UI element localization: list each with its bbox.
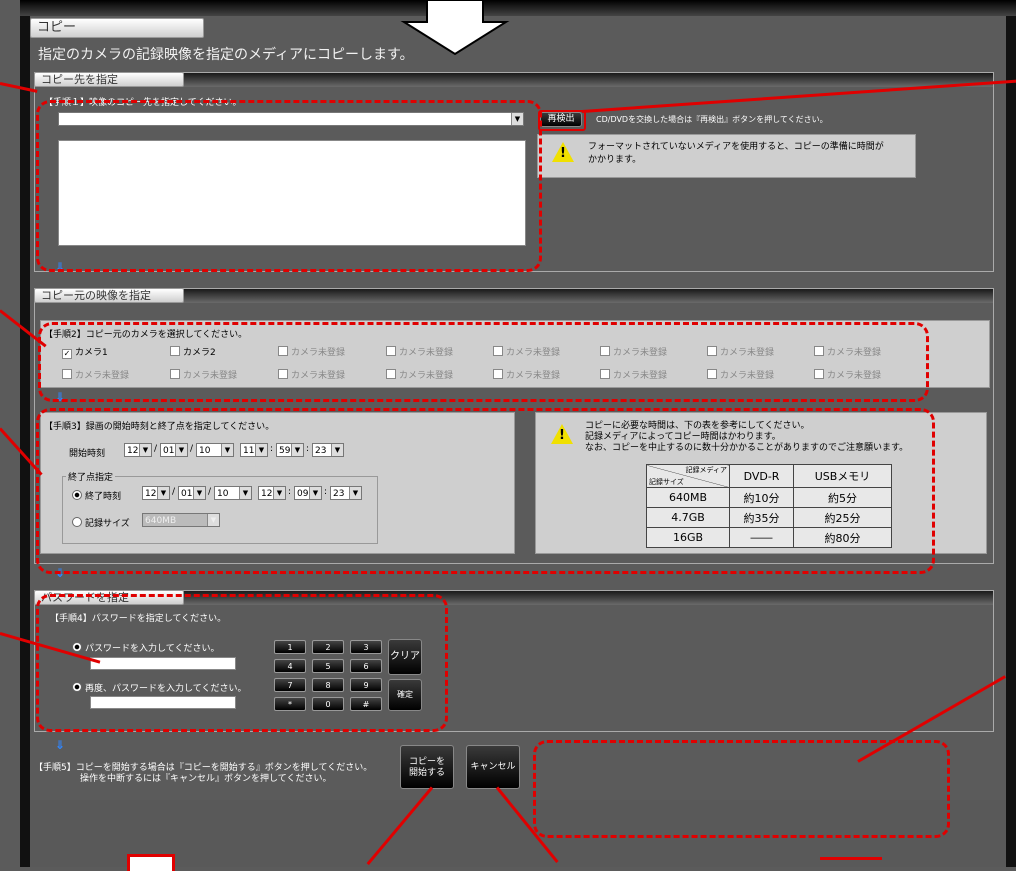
dest-section-tab: コピー先を指定 bbox=[34, 72, 184, 87]
warning-icon: ! bbox=[552, 142, 574, 162]
annotation-dest bbox=[36, 100, 542, 272]
step-arrow-icon: ⇓ bbox=[55, 738, 66, 752]
cancel-button[interactable]: キャンセル bbox=[466, 745, 520, 789]
format-warning-text: フォーマットされていないメディアを使用すると、コピーの準備に時間がかかります。 bbox=[588, 142, 884, 165]
annotation-cameras bbox=[38, 322, 929, 402]
top-frame bbox=[20, 0, 1016, 16]
annotation-line bbox=[0, 82, 38, 93]
source-section-tab: コピー元の映像を指定 bbox=[34, 288, 184, 303]
step5-text: 【手順5】コピーを開始する場合は『コピーを開始する』ボタンを押してください。 操… bbox=[34, 763, 373, 784]
redetect-hint: CD/DVDを交換した場合は『再検出』ボタンを押してください。 bbox=[596, 115, 828, 124]
down-arrow-icon bbox=[400, 0, 510, 56]
annotation-status bbox=[533, 740, 950, 838]
page-tab: コピー bbox=[30, 18, 204, 38]
annotation-time bbox=[36, 408, 935, 574]
page-subtitle: 指定のカメラの記録映像を指定のメディアにコピーします。 bbox=[38, 47, 414, 63]
callout-marker bbox=[820, 857, 882, 870]
callout-box bbox=[127, 854, 175, 871]
right-frame bbox=[1006, 16, 1016, 867]
left-frame bbox=[20, 16, 30, 867]
annotation-redetect-box bbox=[538, 110, 586, 131]
start-copy-button[interactable]: コピーを 開始する bbox=[400, 745, 454, 789]
